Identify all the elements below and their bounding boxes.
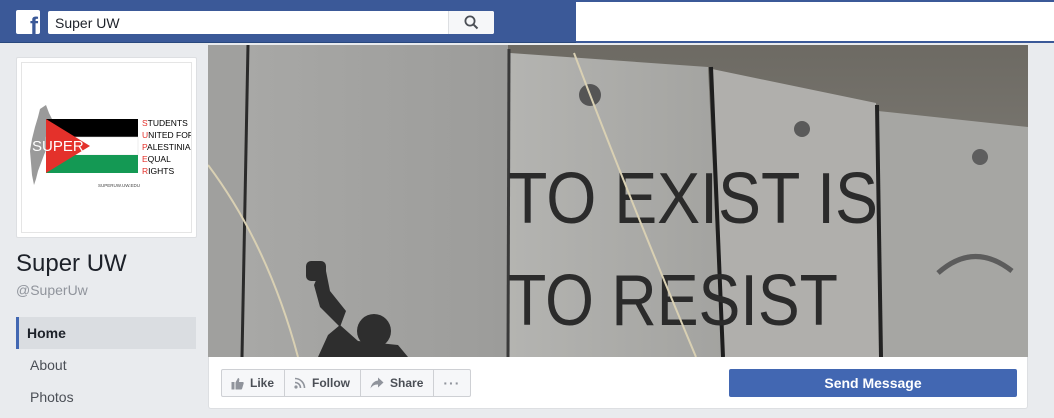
page-title[interactable]: Super UW	[16, 250, 127, 278]
logo-line-rights: RIGHTS	[142, 166, 174, 176]
profile-logo: SUPER STUDENTS UNITED FOR PALESTINIAN EQ…	[21, 62, 192, 233]
share-arrow-icon	[370, 377, 384, 389]
send-message-button[interactable]: Send Message	[729, 369, 1017, 397]
logo-acronym: SUPER	[32, 138, 84, 155]
super-logo-graphic: SUPER STUDENTS UNITED FOR PALESTINIAN EQ…	[30, 105, 192, 188]
top-bar-blank-area	[576, 0, 1054, 43]
thumbs-up-icon	[231, 377, 244, 389]
search-input[interactable]	[48, 11, 448, 34]
cover-photo[interactable]: TO EXIST IS TO RESIST	[208, 45, 1028, 357]
wall-bolt	[794, 121, 810, 137]
rss-feed-icon	[294, 377, 306, 389]
sidebar-item-photos[interactable]: Photos	[16, 381, 196, 413]
wall-panel-5	[878, 111, 1028, 357]
facebook-logo-letter: f	[30, 13, 38, 35]
more-options-button[interactable]: ···	[434, 370, 470, 396]
logo-line-palestinian: PALESTINIAN	[142, 142, 192, 152]
page-username[interactable]: @SuperUw	[16, 282, 88, 298]
sidebar-item-about[interactable]: About	[16, 349, 196, 381]
cover-photo-graphic: TO EXIST IS TO RESIST	[208, 45, 1028, 357]
sidebar-item-home[interactable]: Home	[16, 317, 196, 349]
logo-line-students: STUDENTS	[142, 118, 188, 128]
search-box	[48, 11, 494, 34]
wall-panel-2	[242, 45, 508, 357]
more-options-icon: ···	[443, 375, 461, 391]
share-button-label: Share	[390, 376, 424, 390]
logo-url: SUPERUW.UW.EDU	[98, 183, 140, 188]
action-button-group: Like Follow Share ···	[221, 369, 472, 397]
follow-button-label: Follow	[312, 376, 351, 390]
cover-graffiti-line-1: TO EXIST IS	[508, 159, 878, 239]
page-sidebar-nav: Home About Photos	[16, 317, 196, 413]
page-actions-bar: Like Follow Share ··· Send Message	[208, 357, 1028, 409]
search-button[interactable]	[448, 11, 494, 34]
profile-picture[interactable]: SUPER STUDENTS UNITED FOR PALESTINIAN EQ…	[16, 57, 197, 238]
facebook-logo-icon[interactable]: f	[16, 10, 40, 34]
share-button[interactable]: Share	[361, 370, 435, 396]
top-navigation-bar: f	[0, 0, 576, 43]
follow-button[interactable]: Follow	[285, 370, 362, 396]
search-icon	[464, 15, 479, 30]
like-button[interactable]: Like	[222, 370, 286, 396]
wall-bolt	[972, 149, 988, 165]
like-button-label: Like	[250, 376, 275, 390]
logo-line-equal: EQUAL	[142, 154, 171, 164]
logo-line-united: UNITED FOR	[142, 130, 192, 140]
